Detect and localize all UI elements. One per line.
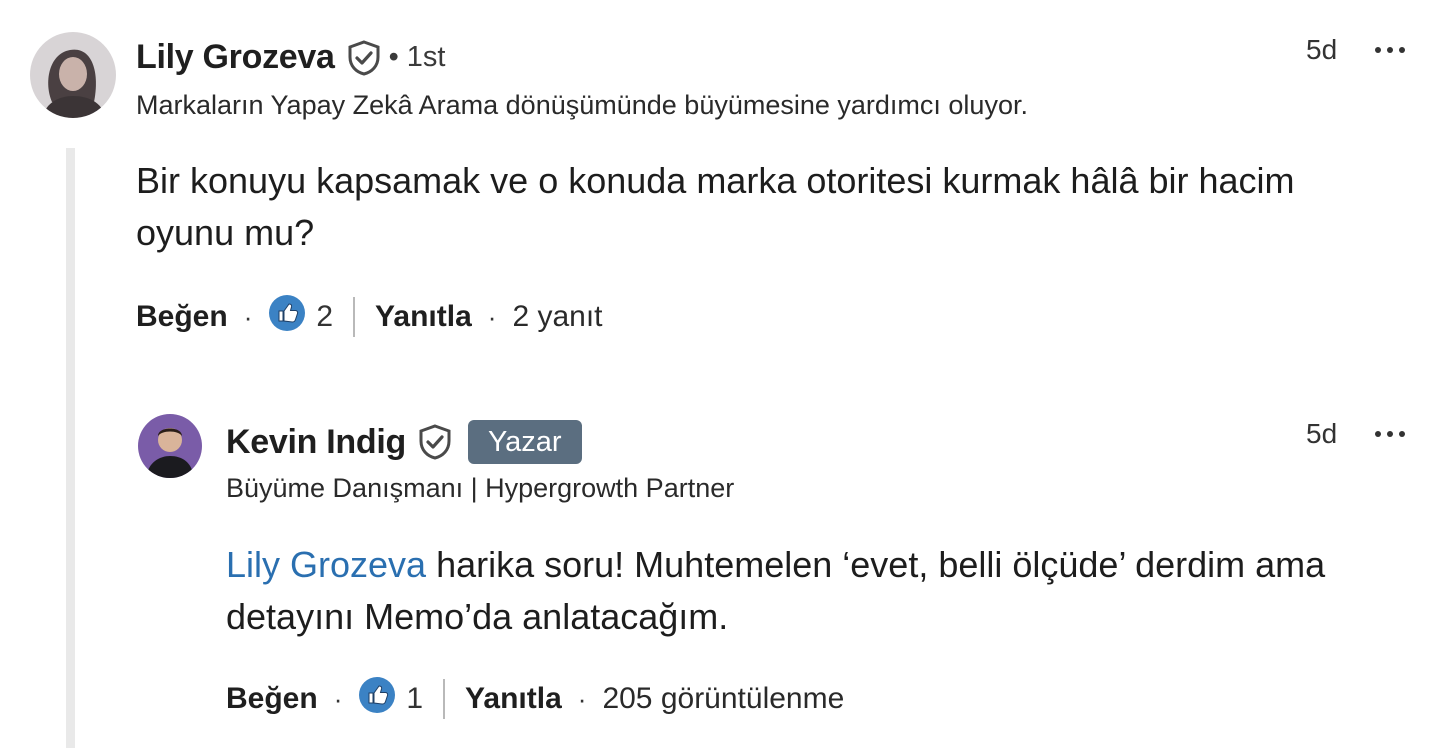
separator-dot: · [243, 301, 253, 332]
thumbs-up-reaction-icon [358, 676, 396, 722]
view-count: 205 görüntülenme [602, 682, 845, 715]
reactions[interactable]: 2 [268, 294, 333, 340]
thread-line [66, 148, 75, 748]
comment-header: Lily Grozeva • 1st [136, 38, 446, 77]
vertical-divider [353, 297, 356, 337]
like-button[interactable]: Beğen [226, 682, 318, 716]
separator-dot: · [333, 683, 343, 714]
reply-button[interactable]: Yanıtla [375, 300, 472, 334]
like-button[interactable]: Beğen [136, 300, 228, 334]
reply-header: Kevin Indig Yazar [226, 420, 582, 464]
comment-text: Bir konuyu kapsamak ve o konuda marka ot… [136, 160, 1295, 253]
connection-degree: • 1st [388, 41, 446, 73]
separator-dot: · [577, 683, 587, 714]
reply-actions: Beğen · 1 Yanıtla · 205 görüntülenme [226, 676, 844, 722]
reply-button[interactable]: Yanıtla [465, 682, 562, 716]
more-options-icon[interactable] [1375, 47, 1406, 53]
reactions[interactable]: 1 [358, 676, 423, 722]
avatar-kevin[interactable] [138, 414, 202, 478]
author-badge: Yazar [467, 420, 582, 464]
reaction-count: 2 [316, 300, 334, 333]
author-name[interactable]: Kevin Indig [226, 423, 406, 462]
comment-time: 5d [1306, 34, 1338, 65]
reply-meta: 5d [1306, 418, 1406, 450]
more-options-icon[interactable] [1375, 431, 1406, 437]
reply-text: Lily Grozeva harika soru! Muhtemelen ‘ev… [226, 539, 1416, 643]
author-name[interactable]: Lily Grozeva [136, 38, 335, 77]
verified-shield-icon [347, 39, 381, 76]
avatar-lily[interactable] [30, 32, 116, 118]
reaction-count: 1 [406, 682, 424, 715]
comment-meta: 5d [1306, 34, 1406, 66]
verified-shield-icon [418, 424, 452, 460]
replies-count[interactable]: 2 yanıt [512, 300, 602, 334]
vertical-divider [443, 679, 446, 719]
reply-time: 5d [1306, 418, 1338, 449]
separator-dot: · [487, 301, 497, 332]
mention-link[interactable]: Lily Grozeva [226, 544, 426, 585]
thumbs-up-reaction-icon [268, 294, 306, 340]
comment-actions: Beğen · 2 Yanıtla · 2 yanıt [136, 294, 603, 340]
author-headline: Büyüme Danışmanı | Hypergrowth Partner [226, 473, 735, 503]
author-headline: Markaların Yapay Zekâ Arama dönüşümünde … [136, 90, 1028, 120]
